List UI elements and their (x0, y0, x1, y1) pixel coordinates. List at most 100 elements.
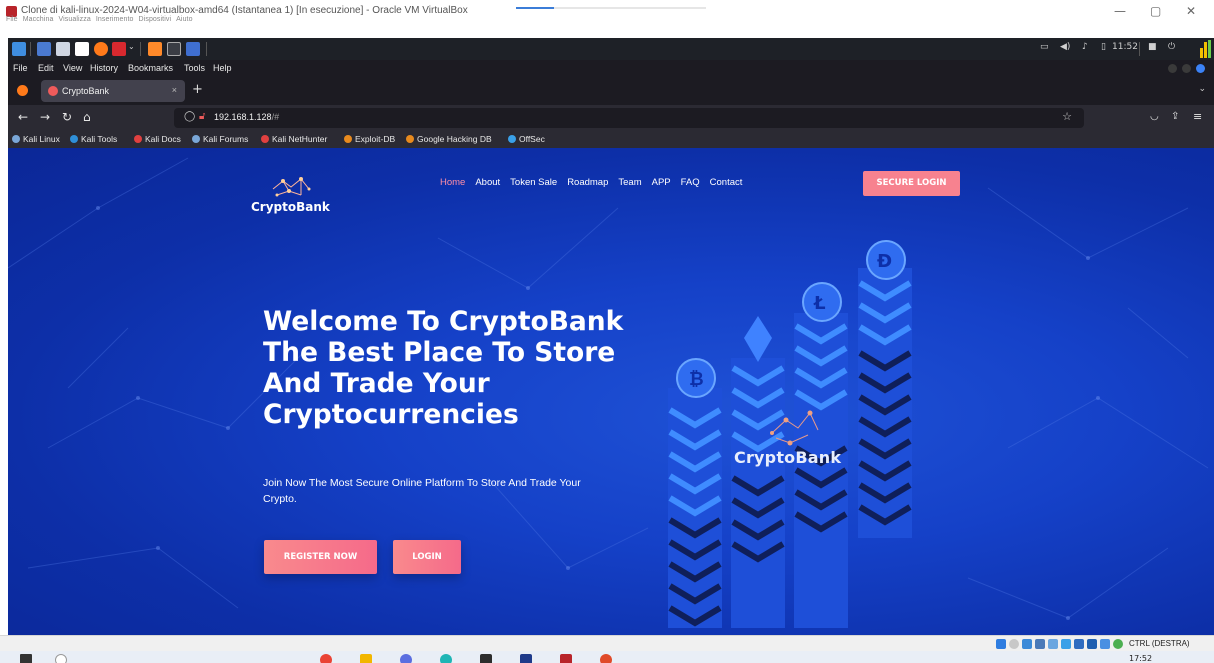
terminal-icon[interactable] (112, 42, 126, 56)
lock-icon[interactable]: ■ (1148, 42, 1157, 52)
window-maximize-dot[interactable] (1182, 64, 1191, 73)
vb-menu-devices[interactable]: Dispositivi (139, 16, 172, 23)
maximize-button[interactable]: ▢ (1150, 4, 1161, 18)
tracking-shield-icon[interactable]: ◯ (184, 111, 195, 122)
kali-top-panel: ⌄ ▭ ◀) ♪ ▯ 11:52 ■ ⏻ (8, 38, 1214, 60)
url-bar[interactable]: ◯ 🔓︎ 192.168.1.128/# ☆ (174, 108, 1084, 128)
hamburger-menu-icon[interactable]: ≡ (1193, 110, 1202, 123)
tab-cryptobank[interactable]: CryptoBank × (41, 80, 185, 102)
tab-close-icon[interactable]: × (172, 85, 177, 95)
workspace-icon[interactable] (186, 42, 200, 56)
terminal-app-icon[interactable] (480, 654, 492, 663)
chevron-down-icon[interactable]: ⌄ (128, 42, 136, 56)
file-manager-icon[interactable] (56, 42, 70, 56)
minimize-button[interactable]: — (1114, 4, 1126, 18)
url-text[interactable]: 192.168.1.128/# (214, 112, 279, 122)
vb-menu-help[interactable]: Aiuto (176, 16, 192, 23)
power-icon[interactable]: ⏻ (1168, 42, 1175, 52)
nav-app[interactable]: APP (652, 177, 671, 188)
bookmark-exploit-db[interactable]: Exploit-DB (344, 134, 395, 144)
bookmark-kali-nethunter[interactable]: Kali NetHunter (261, 134, 327, 144)
chrome-icon[interactable] (320, 654, 332, 663)
bookmark-star-icon[interactable]: ☆ (1062, 110, 1072, 123)
text-editor-icon[interactable] (75, 42, 89, 56)
back-arrow-icon[interactable]: ← (18, 110, 28, 124)
bookmark-label: Kali Forums (203, 134, 249, 144)
optical-drive-icon[interactable] (1009, 639, 1019, 649)
nav-home[interactable]: Home (440, 177, 465, 188)
vb-menu-view[interactable]: Visualizza (58, 16, 90, 23)
panel-clock[interactable]: 11:52 (1112, 42, 1138, 52)
login-button[interactable]: LOGIN (393, 540, 461, 574)
vm-taskbar-icon[interactable] (560, 654, 572, 663)
terminal2-icon[interactable] (167, 42, 181, 56)
file-explorer-icon[interactable] (360, 654, 372, 663)
new-tab-button[interactable]: + (192, 82, 203, 97)
edge-icon[interactable] (440, 654, 452, 663)
screen-icon[interactable]: ▭ (1040, 42, 1049, 52)
notification-bell-icon[interactable]: ♪ (1082, 42, 1088, 52)
bookmark-kali-linux[interactable]: Kali Linux (12, 134, 60, 144)
menu-history[interactable]: History (90, 63, 118, 73)
bookmark-kali-docs[interactable]: Kali Docs (134, 134, 181, 144)
pocket-icon[interactable]: ◡ (1150, 111, 1159, 122)
insecure-lock-icon[interactable]: 🔓︎ (199, 111, 205, 122)
usb-icon[interactable] (1048, 639, 1058, 649)
firefox-view-icon[interactable] (17, 85, 28, 96)
kali-menu-icon[interactable] (12, 42, 26, 56)
bookmark-google-hacking-db[interactable]: Google Hacking DB (406, 134, 492, 144)
menu-view[interactable]: View (63, 63, 82, 73)
volume-icon[interactable]: ◀) (1060, 42, 1070, 52)
nav-roadmap[interactable]: Roadmap (567, 177, 608, 188)
recording-icon[interactable] (1087, 639, 1097, 649)
firefox-icon[interactable] (94, 42, 108, 56)
bookmark-offsec[interactable]: OffSec (508, 134, 545, 144)
bookmark-kali-tools[interactable]: Kali Tools (70, 134, 117, 144)
window-minimize-dot[interactable] (1168, 64, 1177, 73)
share-icon[interactable]: ⇪ (1171, 111, 1179, 122)
nav-faq[interactable]: FAQ (681, 177, 700, 188)
forward-arrow-icon[interactable]: → (40, 110, 50, 124)
display-icon[interactable] (1074, 639, 1084, 649)
app2-icon[interactable] (600, 654, 612, 663)
menu-file[interactable]: File (13, 63, 28, 73)
home-icon[interactable]: ⌂ (83, 110, 91, 124)
nav-contact[interactable]: Contact (710, 177, 743, 188)
desktop-icon[interactable] (37, 42, 51, 56)
vb-menu-machine[interactable]: Macchina (23, 16, 54, 23)
nav-team[interactable]: Team (618, 177, 641, 188)
battery-icon[interactable]: ▯ (1101, 42, 1106, 52)
panel-separator (1139, 42, 1140, 56)
menu-help[interactable]: Help (213, 63, 232, 73)
menu-bookmarks[interactable]: Bookmarks (128, 63, 173, 73)
window-close-dot[interactable] (1196, 64, 1205, 73)
firefox-navbar: ← → ↻ ⌂ ◯ 🔓︎ 192.168.1.128/# ☆ ◡ ⇪ ≡ (8, 105, 1214, 131)
cpu-icon[interactable] (1100, 639, 1110, 649)
audio-icon[interactable] (1022, 639, 1032, 649)
app-icon[interactable] (400, 654, 412, 663)
virtualbox-menu: File Macchina Visualizza Inserimento Disposi… (6, 16, 198, 23)
hard-disk-icon[interactable] (996, 639, 1006, 649)
illustration-brand-text: CryptoBank (734, 448, 842, 467)
mouse-integration-icon[interactable] (1113, 639, 1123, 649)
bookmark-kali-forums[interactable]: Kali Forums (192, 134, 248, 144)
list-all-tabs-chevron-icon[interactable]: ⌄ (1198, 84, 1206, 94)
start-icon[interactable] (20, 654, 32, 663)
burp-icon[interactable] (148, 42, 162, 56)
reload-icon[interactable]: ↻ (62, 110, 72, 124)
close-button[interactable]: ✕ (1186, 4, 1196, 18)
nav-token-sale[interactable]: Token Sale (510, 177, 557, 188)
menu-edit[interactable]: Edit (38, 63, 54, 73)
register-now-button[interactable]: REGISTER NOW (264, 540, 377, 574)
search-icon[interactable] (55, 654, 67, 663)
secure-login-button[interactable]: SECURE LOGIN (863, 171, 960, 196)
shared-folders-icon[interactable] (1061, 639, 1071, 649)
vb-menu-input[interactable]: Inserimento (96, 16, 134, 23)
kali-docs-icon (134, 135, 142, 143)
menu-tools[interactable]: Tools (184, 63, 205, 73)
network-icon[interactable] (1035, 639, 1045, 649)
virtualbox-taskbar-icon[interactable] (520, 654, 532, 663)
vb-menu-file[interactable]: File (6, 16, 18, 23)
nav-about[interactable]: About (475, 177, 500, 188)
kali-tools-icon (70, 135, 78, 143)
